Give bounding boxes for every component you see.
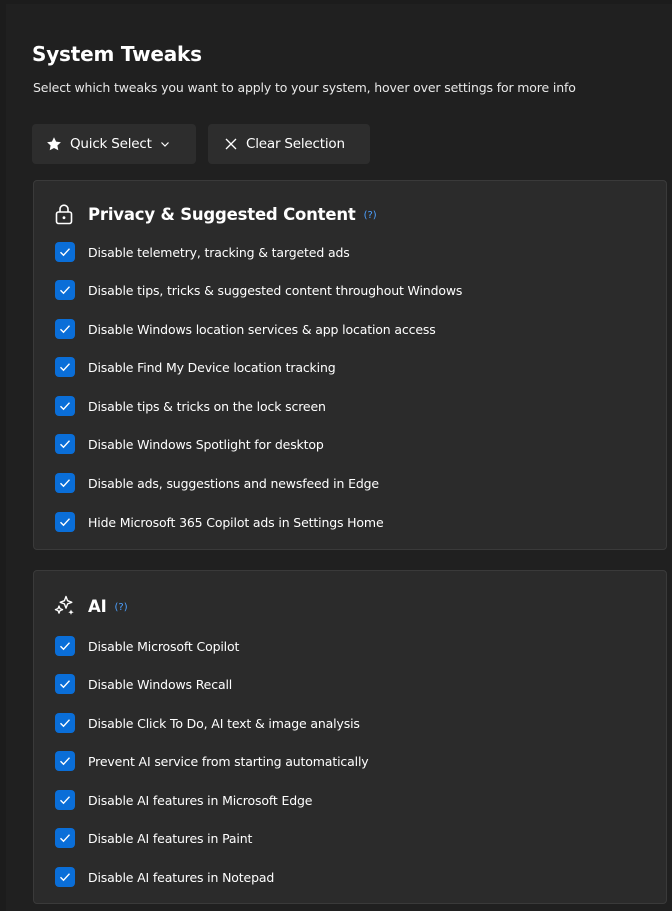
option-row[interactable]: Disable Find My Device location tracking [55,356,336,378]
help-link[interactable]: (?) [364,210,377,221]
checkbox-checked[interactable] [55,280,75,300]
option-label: Disable ads, suggestions and newsfeed in… [88,475,379,491]
option-row[interactable]: Disable Windows location services & app … [55,318,436,340]
group-title: AI [88,596,107,616]
option-label: Disable AI features in Notepad [88,869,275,885]
page-title: System Tweaks [32,42,202,66]
option-label: Disable Click To Do, AI text & image ana… [88,715,360,731]
option-label: Disable AI features in Paint [88,830,253,846]
checkbox-checked[interactable] [55,790,75,810]
option-label: Disable telemetry, tracking & targeted a… [88,244,350,260]
option-row[interactable]: Disable AI features in Paint [55,827,252,849]
checkbox-checked[interactable] [55,828,75,848]
checkbox-checked[interactable] [55,357,75,377]
option-row[interactable]: Disable tips, tricks & suggested content… [55,279,462,301]
star-icon [46,136,62,152]
chevron-down-icon [160,139,170,149]
option-row[interactable]: Hide Microsoft 365 Copilot ads in Settin… [55,511,384,533]
option-label: Prevent AI service from starting automat… [88,753,369,769]
option-row[interactable]: Prevent AI service from starting automat… [55,750,369,772]
option-label: Disable Windows location services & app … [88,321,436,337]
option-row[interactable]: Disable AI features in Notepad [55,866,274,888]
option-row[interactable]: Disable tips & tricks on the lock screen [55,395,326,417]
option-row[interactable]: Disable Click To Do, AI text & image ana… [55,712,360,734]
option-row[interactable]: Disable telemetry, tracking & targeted a… [55,241,350,263]
ai-group: AI (?) Disable Microsoft Copilot Disable… [33,570,667,904]
option-label: Disable Windows Recall [88,676,233,692]
lock-icon [54,203,76,225]
help-link[interactable]: (?) [115,602,128,613]
option-row[interactable]: Disable ads, suggestions and newsfeed in… [55,472,379,494]
page-subtitle: Select which tweaks you want to apply to… [33,80,576,95]
checkbox-checked[interactable] [55,396,75,416]
option-label: Disable tips, tricks & suggested content… [88,282,463,298]
privacy-group: Privacy & Suggested Content (?) Disable … [33,180,667,550]
quick-select-label: Quick Select [70,136,152,152]
checkbox-checked[interactable] [55,867,75,887]
ai-sparkle-icon [54,595,76,617]
option-row[interactable]: Disable Microsoft Copilot [55,635,239,657]
option-label: Disable AI features in Microsoft Edge [88,792,313,808]
checkbox-checked[interactable] [55,713,75,733]
privacy-group-header: Privacy & Suggested Content (?) [54,203,377,225]
checkbox-checked[interactable] [55,751,75,771]
option-row[interactable]: Disable Windows Spotlight for desktop [55,433,324,455]
option-row[interactable]: Disable AI features in Microsoft Edge [55,789,312,811]
checkbox-checked[interactable] [55,242,75,262]
group-title: Privacy & Suggested Content [88,204,356,224]
checkbox-checked[interactable] [55,674,75,694]
close-icon [224,137,238,151]
quick-select-button[interactable]: Quick Select [32,124,196,164]
option-label: Hide Microsoft 365 Copilot ads in Settin… [88,514,384,530]
option-row[interactable]: Disable Windows Recall [55,673,232,695]
option-label: Disable tips & tricks on the lock screen [88,398,326,414]
ai-group-header: AI (?) [54,595,128,617]
checkbox-checked[interactable] [55,434,75,454]
checkbox-checked[interactable] [55,636,75,656]
checkbox-checked[interactable] [55,473,75,493]
clear-selection-label: Clear Selection [246,136,345,152]
checkbox-checked[interactable] [55,512,75,532]
option-label: Disable Microsoft Copilot [88,638,240,654]
checkbox-checked[interactable] [55,319,75,339]
clear-selection-button[interactable]: Clear Selection [208,124,370,164]
option-label: Disable Windows Spotlight for desktop [88,436,324,452]
system-tweaks-page: System Tweaks Select which tweaks you wa… [6,4,672,911]
option-label: Disable Find My Device location tracking [88,359,336,375]
